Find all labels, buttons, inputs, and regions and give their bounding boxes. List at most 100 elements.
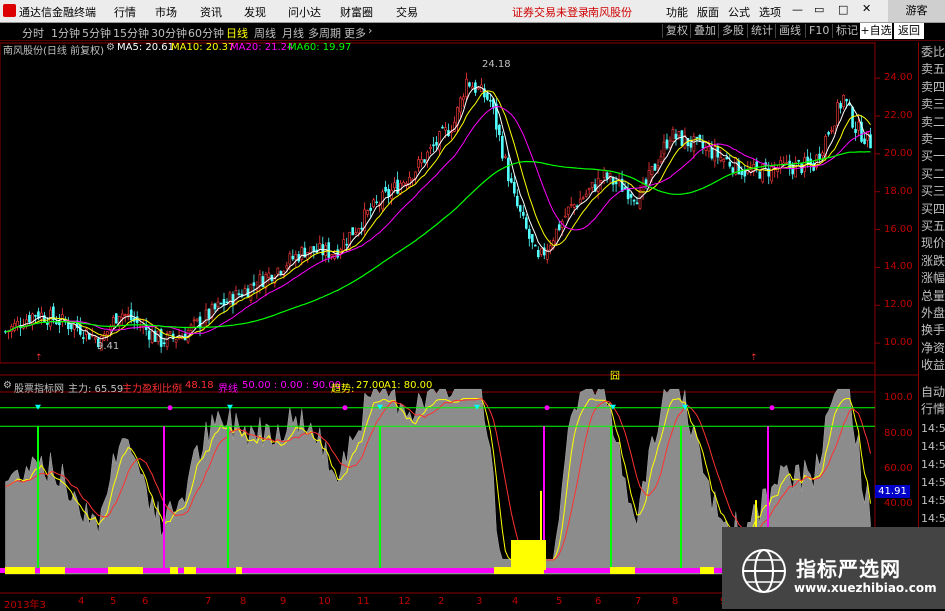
candle-body xyxy=(668,140,672,148)
tool-statistics[interactable]: 统计 xyxy=(747,24,773,38)
maximize-icon[interactable]: □ xyxy=(838,3,848,16)
candle-body xyxy=(498,124,501,136)
quote-field-label: 买三 xyxy=(921,184,945,199)
period-60min[interactable]: 60分钟 xyxy=(188,25,224,41)
period-multi[interactable]: 多周期 xyxy=(308,25,341,41)
candle-body xyxy=(524,217,528,229)
period-1min[interactable]: 1分钟 xyxy=(51,25,80,41)
candle-body xyxy=(584,193,588,197)
candle-body xyxy=(539,248,543,255)
current-stock-label: 南风股份 xyxy=(588,6,632,19)
more-chevron-icon[interactable]: › xyxy=(368,24,372,37)
period-30min[interactable]: 30分钟 xyxy=(151,25,187,41)
candle-body xyxy=(770,166,774,182)
back-button[interactable]: 返回 xyxy=(894,23,924,39)
indicator-line-label: 界线 xyxy=(218,384,238,395)
candle-body xyxy=(468,82,471,87)
tick-time: 14:50 xyxy=(921,512,945,525)
period-more[interactable]: 更多 xyxy=(344,25,366,41)
menu-functions[interactable]: 功能 xyxy=(666,4,688,20)
candle-body xyxy=(126,314,130,316)
menu-wealth[interactable]: 财富圈 xyxy=(340,4,373,20)
candle-body xyxy=(578,198,582,204)
candle-body xyxy=(393,182,396,189)
period-5min[interactable]: 5分钟 xyxy=(82,25,111,41)
tool-multi-stock[interactable]: 多股 xyxy=(718,24,744,38)
candle-body xyxy=(863,138,866,144)
time-axis-label: 6 xyxy=(142,596,149,607)
menu-news[interactable]: 资讯 xyxy=(200,4,222,20)
candle-body xyxy=(722,158,726,163)
time-axis-label: 6 xyxy=(595,596,602,607)
kline-chart[interactable]: ⇡ ⇡ xyxy=(0,42,918,609)
price-axis-label: 22.00 xyxy=(884,109,913,121)
candle-body xyxy=(342,239,346,252)
candle-body xyxy=(569,204,573,207)
candle-body xyxy=(438,131,441,151)
auto-quote-toggle[interactable]: 自动 xyxy=(921,384,945,401)
candle-body xyxy=(590,181,594,188)
tool-mark[interactable]: 标记 xyxy=(832,24,858,38)
settings-gear-icon: ⚙ xyxy=(106,42,115,53)
add-watchlist-button[interactable]: +自选 xyxy=(860,23,892,39)
yellow-segment xyxy=(170,567,178,574)
yellow-segment xyxy=(610,567,635,574)
price-axis-label: 12.00 xyxy=(884,299,913,311)
candle-body xyxy=(845,98,848,102)
candle-body xyxy=(635,202,639,205)
restore-icon[interactable]: ▭ xyxy=(814,3,824,16)
auto-quote-toggle[interactable]: 行情 xyxy=(921,401,945,418)
sell-marker xyxy=(769,405,775,411)
candle-body xyxy=(644,179,648,185)
guest-button[interactable]: 游客 xyxy=(888,0,945,22)
candle-body xyxy=(366,210,369,215)
menu-quotes[interactable]: 行情 xyxy=(114,4,136,20)
tool-adjust[interactable]: 复权 xyxy=(662,24,688,38)
menu-options[interactable]: 选项 xyxy=(759,4,781,20)
minimize-icon[interactable]: — xyxy=(792,3,803,16)
candle-body xyxy=(605,172,609,180)
menu-layout[interactable]: 版面 xyxy=(697,4,719,20)
close-icon[interactable]: ✕ xyxy=(862,2,871,15)
candle-body xyxy=(749,169,753,173)
menu-market[interactable]: 市场 xyxy=(155,4,177,20)
candle-body xyxy=(536,250,540,258)
tool-overlay[interactable]: 叠加 xyxy=(690,24,716,38)
login-status-notice[interactable]: 证券交易未登录 xyxy=(512,4,589,20)
menu-discover[interactable]: 发现 xyxy=(244,4,266,20)
tool-f10[interactable]: F10 xyxy=(805,24,829,38)
candle-body xyxy=(842,94,845,107)
candle-body xyxy=(216,301,220,307)
candle-body xyxy=(632,199,636,202)
candle-body xyxy=(279,271,283,274)
indicator-name: 股票指标网 xyxy=(14,384,64,395)
candle-body xyxy=(572,204,576,208)
candle-body xyxy=(354,232,357,235)
candle-body xyxy=(429,146,432,149)
menu-formula[interactable]: 公式 xyxy=(728,4,750,20)
ma10-label: MA10: 20.37 xyxy=(171,42,235,53)
period-monthly[interactable]: 月线 xyxy=(282,25,304,41)
candle-body xyxy=(120,313,124,318)
quote-field-label: 涨跌 xyxy=(921,253,945,268)
menu-trade[interactable]: 交易 xyxy=(396,4,418,20)
period-daily[interactable]: 日线 xyxy=(226,25,248,41)
app-logo-icon xyxy=(3,4,16,17)
period-15min[interactable]: 15分钟 xyxy=(113,25,149,41)
candle-body xyxy=(28,314,31,323)
tool-draw[interactable]: 画线 xyxy=(775,24,801,38)
candle-body xyxy=(168,331,172,334)
candle-body xyxy=(417,159,420,168)
quote-field-label: 卖三 xyxy=(921,97,945,112)
candle-body xyxy=(93,337,97,340)
candle-body xyxy=(219,302,223,305)
quote-field-label: 净资 xyxy=(921,340,945,355)
candle-body xyxy=(611,177,615,185)
yellow-segment xyxy=(5,567,35,574)
candle-body xyxy=(291,255,295,260)
candle-body xyxy=(150,331,154,343)
menu-ask[interactable]: 问小达 xyxy=(288,4,321,20)
period-timeshare[interactable]: 分时 xyxy=(22,25,44,41)
mark-arrow: ⇡ xyxy=(750,353,758,363)
period-weekly[interactable]: 周线 xyxy=(254,25,276,41)
